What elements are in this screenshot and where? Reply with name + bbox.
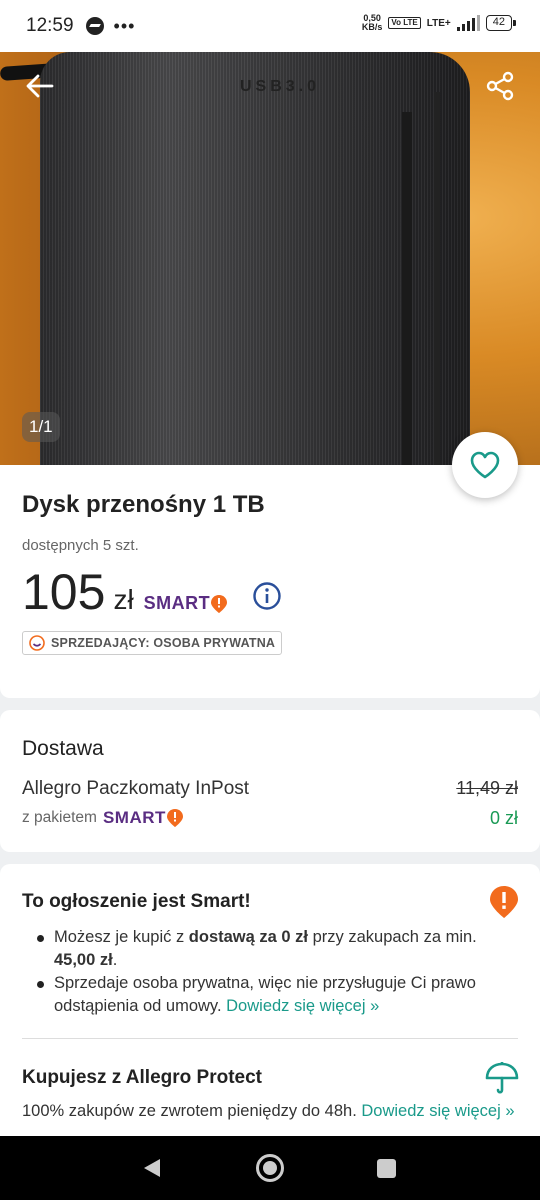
delivery-card[interactable]: Dostawa Allegro Paczkomaty InPost 11,49 … (0, 710, 540, 852)
delivery-heading: Dostawa (22, 737, 104, 760)
signal-strength-icon (456, 15, 480, 31)
protect-text: 100% zakupów ze zwrotem pieniędzy do 48h… (22, 1100, 522, 1123)
list-item: Możesz je kupić z dostawą za 0 zł przy z… (34, 926, 504, 972)
delivery-method: Allegro Paczkomaty InPost (22, 778, 250, 799)
protect-description: 100% zakupów ze zwrotem pieniędzy do 48h… (22, 1102, 362, 1120)
price-currency: zł (113, 584, 134, 615)
nav-back-icon[interactable] (141, 1157, 163, 1179)
favorite-button[interactable] (452, 432, 518, 498)
smart-info-card: To ogłoszenie jest Smart! Możesz je kupi… (0, 864, 540, 1136)
product-image[interactable]: USB3.0 (0, 52, 540, 465)
umbrella-icon (485, 1062, 519, 1094)
price-amount: 105 (22, 564, 106, 620)
heart-icon (470, 451, 500, 479)
image-drive: USB3.0 (40, 52, 470, 465)
volte-icon: Vo LTE (388, 17, 421, 29)
status-time: 12:59 (26, 15, 74, 36)
battery-icon: 42 (485, 15, 517, 31)
delivery-package: z pakietem SMART (22, 808, 183, 828)
network-speed: 0,50 KB/s (362, 14, 383, 32)
bullet-text: . (112, 951, 118, 969)
image-usb-text: USB3.0 (240, 78, 321, 95)
network-speed-unit: KB/s (361, 22, 383, 32)
status-bar: 12:59 ••• 0,50 KB/s Vo LTE LTE+ 42 (0, 0, 540, 52)
seller-badge: SPRZEDAJĄCY: OSOBA PRYWATNA (22, 631, 283, 655)
product-info-card: Dysk przenośny 1 TB dostępnych 5 szt. 10… (0, 465, 540, 698)
private-seller-icon (29, 635, 45, 651)
status-indicators: 0,50 KB/s Vo LTE LTE+ 42 (362, 14, 517, 32)
seller-badge-label: SPRZEDAJĄCY: OSOBA PRYWATNA (51, 636, 276, 650)
delivery-new-price: 0 zł (489, 808, 518, 828)
more-notifications-icon: ••• (113, 15, 136, 36)
smart-pin-icon (166, 809, 183, 827)
bullet-text: przy zakupach za min. (308, 928, 477, 946)
smart-info-heading: To ogłoszenie jest Smart! (22, 891, 251, 912)
smart-pin-icon (211, 594, 228, 613)
back-button[interactable] (18, 64, 62, 108)
product-title: Dysk przenośny 1 TB (22, 491, 265, 518)
protect-learn-more-link[interactable]: Dowiedz się więcej » (361, 1102, 514, 1120)
divider (22, 1038, 518, 1039)
smart-label: SMART (143, 593, 211, 613)
system-navigation-bar (0, 1136, 540, 1200)
smart-info-list: Możesz je kupić z dostawą za 0 zł przy z… (34, 926, 504, 1018)
arrow-left-icon (26, 74, 54, 98)
image-counter: 1/1 (22, 412, 60, 442)
bullet-amount: 45,00 zł (54, 951, 113, 969)
nav-home-icon[interactable] (256, 1154, 284, 1182)
smart-pin-icon (490, 886, 518, 918)
bullet-text: Możesz je kupić z (54, 928, 189, 946)
share-icon (486, 71, 514, 101)
smart-badge: SMART (103, 808, 183, 828)
availability: dostępnych 5 szt. (22, 537, 139, 554)
nav-recents-icon[interactable] (377, 1159, 396, 1178)
smart-badge: SMART (144, 593, 228, 614)
messenger-icon (85, 17, 104, 35)
delivery-old-price: 11,49 zł (456, 778, 518, 798)
share-button[interactable] (478, 64, 522, 108)
price-row: 105 zł SMART (22, 563, 228, 621)
learn-more-link[interactable]: Dowiedz się więcej » (226, 997, 379, 1015)
delivery-package-label: z pakietem (22, 809, 97, 826)
network-type: LTE+ (426, 17, 451, 29)
smart-label: SMART (102, 808, 166, 827)
list-item: Sprzedaje osoba prywatna, więc nie przys… (34, 972, 504, 1018)
protect-heading: Kupujesz z Allegro Protect (22, 1067, 262, 1088)
info-icon[interactable] (252, 581, 282, 611)
bullet-bold-text: dostawą za 0 zł (188, 928, 309, 946)
